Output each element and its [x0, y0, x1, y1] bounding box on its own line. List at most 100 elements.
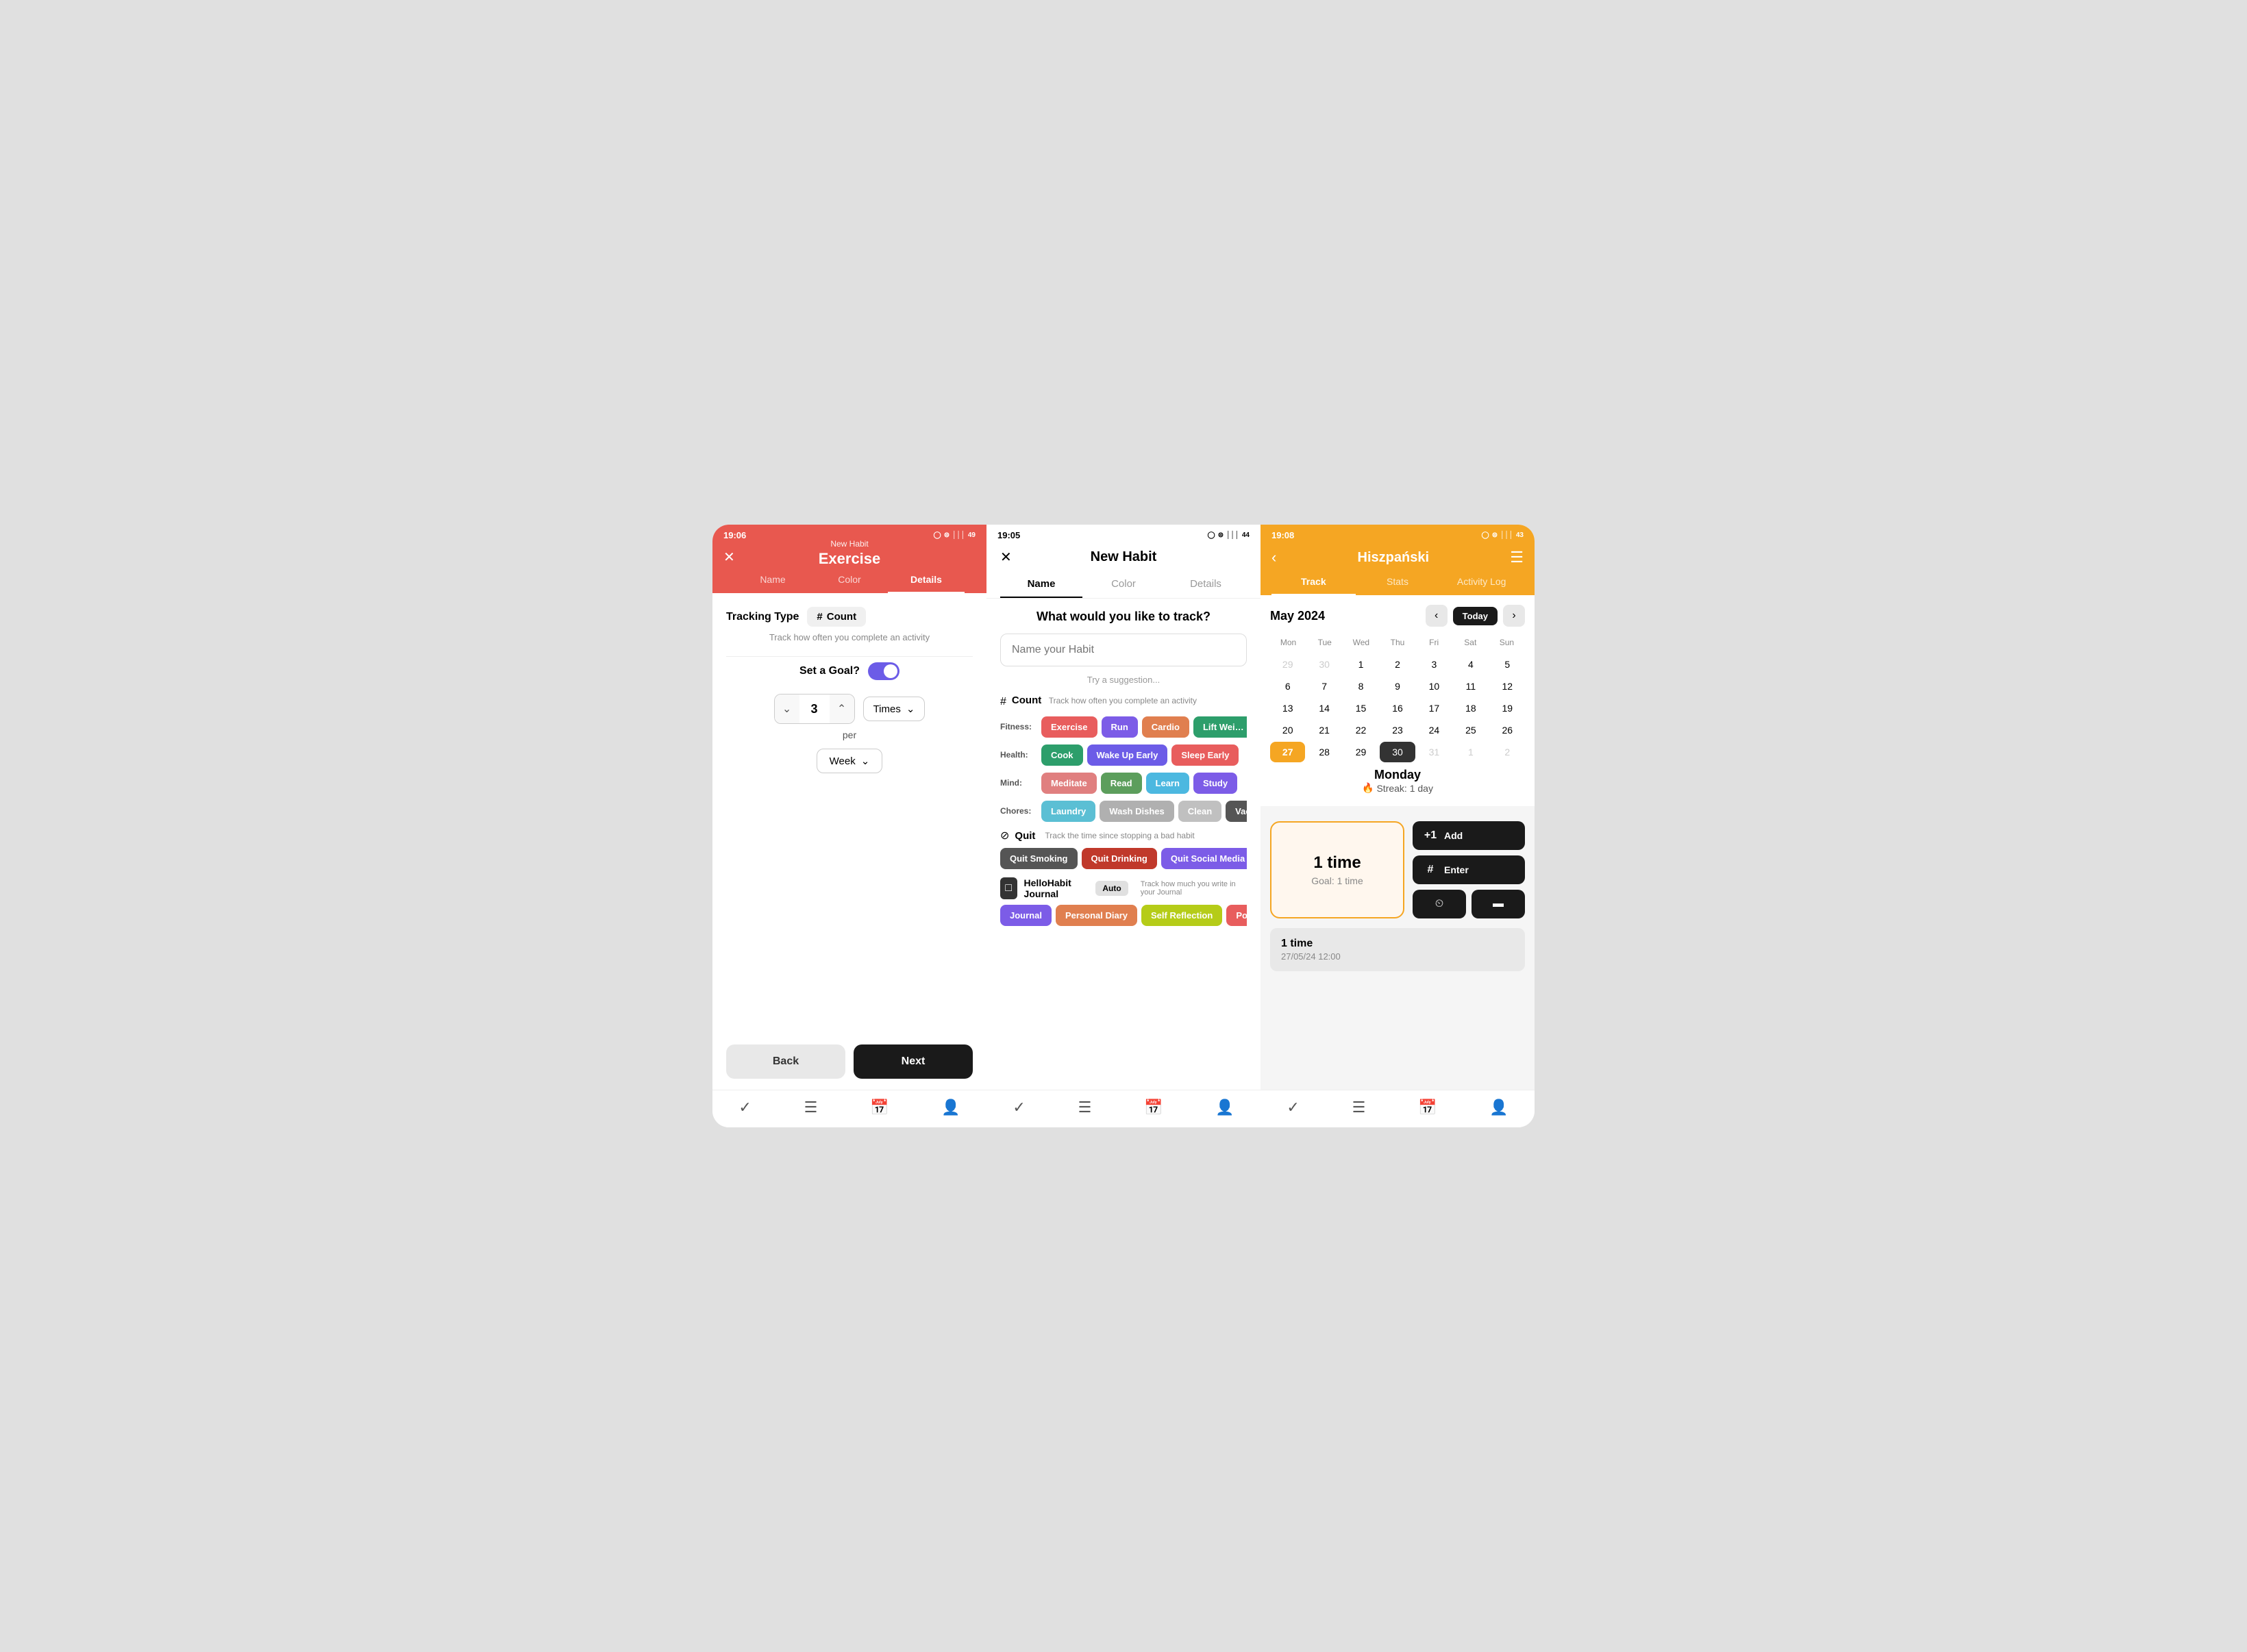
tab3-track[interactable]: Track	[1271, 569, 1356, 595]
tag-laundry[interactable]: Laundry	[1041, 801, 1095, 822]
tag-clean[interactable]: Clean	[1178, 801, 1221, 822]
cal-day[interactable]: 23	[1380, 720, 1415, 740]
hash-icon-3: #	[1422, 864, 1439, 876]
tag-sleep[interactable]: Sleep Early	[1171, 744, 1239, 766]
cal-day[interactable]: 28	[1306, 742, 1341, 762]
tag-read[interactable]: Read	[1101, 773, 1142, 794]
cal-day[interactable]: 7	[1306, 676, 1341, 697]
habit-name-input[interactable]	[1000, 634, 1247, 666]
stepper-up[interactable]: ⌃	[830, 694, 854, 723]
stepper-down[interactable]: ⌄	[775, 694, 799, 723]
tag-personaldiary[interactable]: Personal Diary	[1056, 905, 1137, 926]
tab3-activity[interactable]: Activity Log	[1439, 569, 1524, 595]
tag-po[interactable]: Po…	[1226, 905, 1247, 926]
cal-day[interactable]: 18	[1453, 698, 1488, 718]
tab2-details[interactable]: Details	[1165, 571, 1247, 598]
nav-journal[interactable]: ☰	[804, 1099, 818, 1116]
tag-quitsocial[interactable]: Quit Social Media	[1161, 848, 1247, 869]
tab-name[interactable]: Name	[734, 567, 811, 593]
tab-details[interactable]: Details	[888, 567, 965, 593]
week-select[interactable]: Week ⌄	[817, 749, 883, 773]
tag-washdishes[interactable]: Wash Dishes	[1100, 801, 1174, 822]
nav2-calendar[interactable]: 📅	[1144, 1099, 1163, 1116]
cal-day[interactable]: 24	[1417, 720, 1452, 740]
tag-quitsmoking[interactable]: Quit Smoking	[1000, 848, 1078, 869]
nav2-journal[interactable]: ☰	[1078, 1099, 1092, 1116]
tag-learn[interactable]: Learn	[1146, 773, 1189, 794]
cal-day[interactable]: 29	[1343, 742, 1378, 762]
nav2-habits[interactable]: ✓	[1013, 1099, 1025, 1116]
cal-day-today[interactable]: 27	[1270, 742, 1305, 762]
cal-day[interactable]: 11	[1453, 676, 1488, 697]
cal-day[interactable]: 8	[1343, 676, 1378, 697]
enter-button[interactable]: # Enter	[1413, 855, 1525, 884]
cal-day-selected[interactable]: 30	[1380, 742, 1415, 762]
nav-calendar[interactable]: 📅	[870, 1099, 889, 1116]
cal-day[interactable]: 3	[1417, 654, 1452, 675]
nav3-journal[interactable]: ☰	[1352, 1099, 1366, 1116]
cal-day[interactable]: 6	[1270, 676, 1305, 697]
cal-day[interactable]: 13	[1270, 698, 1305, 718]
cal-day[interactable]: 1	[1343, 654, 1378, 675]
times-select[interactable]: Times ⌄	[863, 697, 926, 721]
cal-day[interactable]: 12	[1490, 676, 1525, 697]
next-button[interactable]: Next	[854, 1044, 973, 1079]
cal-day[interactable]: 5	[1490, 654, 1525, 675]
back-button[interactable]: Back	[726, 1044, 845, 1079]
tag-run[interactable]: Run	[1102, 716, 1138, 738]
cal-day[interactable]: 16	[1380, 698, 1415, 718]
cal-prev-btn[interactable]: ‹	[1426, 605, 1448, 627]
cal-day[interactable]: 2	[1490, 742, 1525, 762]
cal-day[interactable]: 29	[1270, 654, 1305, 675]
tag-cardio[interactable]: Cardio	[1142, 716, 1189, 738]
timer-button[interactable]: ⏲	[1413, 890, 1466, 918]
tag-wakeup[interactable]: Wake Up Early	[1087, 744, 1168, 766]
cal-day[interactable]: 22	[1343, 720, 1378, 740]
count-badge[interactable]: # Count	[807, 607, 866, 627]
notes-button[interactable]: ▬	[1472, 890, 1525, 918]
menu-icon[interactable]: ☰	[1510, 549, 1524, 566]
cal-day[interactable]: 31	[1417, 742, 1452, 762]
tag-selfreflection[interactable]: Self Reflection	[1141, 905, 1222, 926]
cal-day[interactable]: 1	[1453, 742, 1488, 762]
tag-vacuum[interactable]: Vac…	[1226, 801, 1247, 822]
tag-quitdrinking[interactable]: Quit Drinking	[1082, 848, 1157, 869]
cal-day[interactable]: 4	[1453, 654, 1488, 675]
cal-day[interactable]: 17	[1417, 698, 1452, 718]
nav-habits[interactable]: ✓	[738, 1099, 751, 1116]
tab2-color[interactable]: Color	[1082, 571, 1165, 598]
nav2-profile[interactable]: 👤	[1215, 1099, 1234, 1116]
cal-day[interactable]: 30	[1306, 654, 1341, 675]
tag-meditate[interactable]: Meditate	[1041, 773, 1097, 794]
cal-day[interactable]: 20	[1270, 720, 1305, 740]
goal-toggle[interactable]	[868, 662, 899, 680]
tag-exercise[interactable]: Exercise	[1041, 716, 1097, 738]
tag-liftweight[interactable]: Lift Wei…	[1193, 716, 1247, 738]
nav-profile[interactable]: 👤	[941, 1099, 960, 1116]
screen3-header-row: ‹ Hiszpański ☰	[1271, 549, 1524, 566]
tag-study[interactable]: Study	[1193, 773, 1237, 794]
cal-day[interactable]: 21	[1306, 720, 1341, 740]
cal-day[interactable]: 25	[1453, 720, 1488, 740]
cal-day[interactable]: 9	[1380, 676, 1415, 697]
cal-next-btn[interactable]: ›	[1503, 605, 1525, 627]
nav3-habits[interactable]: ✓	[1287, 1099, 1299, 1116]
tab3-stats[interactable]: Stats	[1356, 569, 1440, 595]
cal-day[interactable]: 19	[1490, 698, 1525, 718]
cal-day[interactable]: 2	[1380, 654, 1415, 675]
tag-journal[interactable]: Journal	[1000, 905, 1052, 926]
cal-day[interactable]: 26	[1490, 720, 1525, 740]
close-icon[interactable]: ✕	[723, 549, 744, 566]
cal-today-btn[interactable]: Today	[1453, 607, 1498, 625]
nav3-profile[interactable]: 👤	[1489, 1099, 1508, 1116]
add-button[interactable]: +1 Add	[1413, 821, 1525, 850]
track-count: 1 time	[1313, 853, 1361, 873]
cal-day[interactable]: 15	[1343, 698, 1378, 718]
tab2-name[interactable]: Name	[1000, 571, 1082, 598]
cal-day[interactable]: 14	[1306, 698, 1341, 718]
back-arrow-icon[interactable]: ‹	[1271, 549, 1276, 566]
tag-cook[interactable]: Cook	[1041, 744, 1083, 766]
close-icon-2[interactable]: ✕	[1000, 549, 1021, 566]
nav3-calendar[interactable]: 📅	[1418, 1099, 1437, 1116]
cal-day[interactable]: 10	[1417, 676, 1452, 697]
